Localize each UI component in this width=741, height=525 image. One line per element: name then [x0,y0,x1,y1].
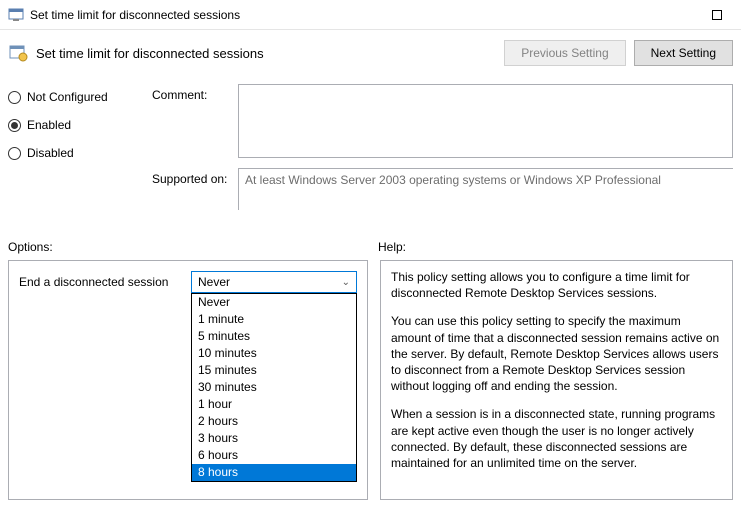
comment-input[interactable] [238,84,733,158]
help-section-label: Help: [378,240,406,254]
radio-label: Not Configured [27,90,108,104]
chevron-down-icon: ⌄ [342,277,350,288]
header: Set time limit for disconnected sessions… [0,30,741,84]
radio-icon [8,147,21,160]
help-paragraph: You can use this policy setting to speci… [391,313,722,394]
dropdown-item[interactable]: 30 minutes [192,379,356,396]
radio-icon [8,91,21,104]
end-session-select[interactable]: Never ⌄ Never1 minute5 minutes10 minutes… [191,271,357,293]
help-paragraph: This policy setting allows you to config… [391,269,722,301]
app-icon [8,7,24,23]
dropdown-item[interactable]: 1 hour [192,396,356,413]
dropdown-item[interactable]: 10 minutes [192,345,356,362]
supported-on-label: Supported on: [152,168,238,210]
policy-title: Set time limit for disconnected sessions [36,46,496,61]
dropdown-item[interactable]: 2 hours [192,413,356,430]
next-setting-button[interactable]: Next Setting [634,40,733,66]
supported-on-value: At least Windows Server 2003 operating s… [238,168,733,210]
radio-icon [8,119,21,132]
radio-label: Enabled [27,118,71,132]
dropdown-item[interactable]: Never [192,294,356,311]
state-radios: Not Configured Enabled Disabled [8,84,140,220]
dropdown-item[interactable]: 1 minute [192,311,356,328]
radio-disabled[interactable]: Disabled [8,146,140,160]
dropdown-item[interactable]: 15 minutes [192,362,356,379]
help-paragraph: When a session is in a disconnected stat… [391,406,722,471]
previous-setting-button[interactable]: Previous Setting [504,40,625,66]
comment-label: Comment: [152,84,238,158]
radio-label: Disabled [27,146,74,160]
titlebar: Set time limit for disconnected sessions [0,0,741,30]
options-section-label: Options: [8,240,378,254]
dropdown-item[interactable]: 3 hours [192,430,356,447]
dropdown-item[interactable]: 6 hours [192,447,356,464]
window-title: Set time limit for disconnected sessions [30,8,694,22]
dropdown-list[interactable]: Never1 minute5 minutes10 minutes15 minut… [191,293,357,482]
maximize-button[interactable] [694,0,739,30]
dropdown-item[interactable]: 5 minutes [192,328,356,345]
radio-not-configured[interactable]: Not Configured [8,90,140,104]
policy-icon [8,43,28,63]
help-panel: This policy setting allows you to config… [380,260,733,500]
radio-enabled[interactable]: Enabled [8,118,140,132]
dropdown-item[interactable]: 8 hours [192,464,356,481]
end-session-label: End a disconnected session [19,275,191,289]
options-panel: End a disconnected session Never ⌄ Never… [8,260,368,500]
select-value: Never [198,275,230,289]
